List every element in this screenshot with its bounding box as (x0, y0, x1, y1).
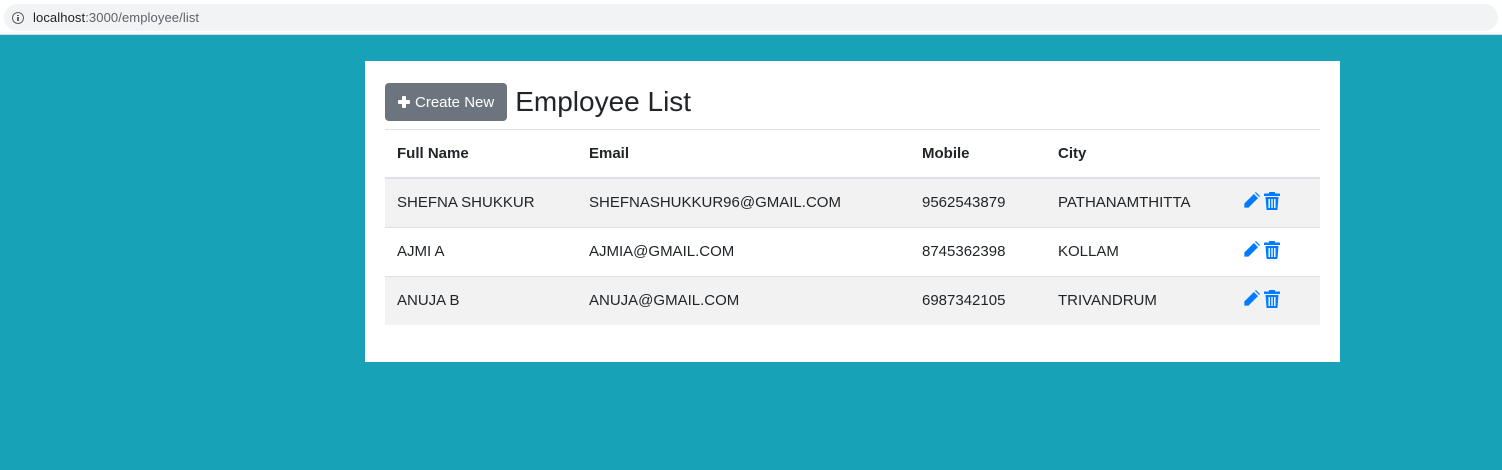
cell-city: TRIVANDRUM (1046, 275, 1230, 325)
table-row: ANUJA B ANUJA@GMAIL.COM 6987342105 TRIVA… (385, 275, 1320, 325)
cell-full-name: SHEFNA SHUKKUR (385, 177, 577, 227)
cell-mobile: 8745362398 (910, 226, 1046, 276)
create-new-button[interactable]: Create New (385, 83, 508, 121)
trash-icon[interactable] (1264, 191, 1281, 214)
url-path: :3000/employee/list (85, 10, 200, 25)
pencil-icon[interactable] (1242, 240, 1260, 263)
pencil-icon[interactable] (1242, 289, 1260, 312)
cell-actions (1230, 226, 1320, 276)
employee-table: Full Name Email Mobile City SHEFNA SHUKK… (385, 130, 1320, 325)
page-title: Employee List (515, 86, 692, 117)
cell-mobile: 6987342105 (910, 275, 1046, 325)
cell-city: PATHANAMTHITTA (1046, 177, 1230, 227)
header-full-name: Full Name (385, 130, 577, 179)
cell-email: ANUJA@GMAIL.COM (577, 275, 910, 325)
address-bar[interactable]: localhost:3000/employee/list (4, 4, 1498, 31)
plus-icon (398, 96, 410, 108)
card-header: Create New Employee List (385, 83, 1320, 131)
info-icon[interactable] (12, 11, 24, 24)
table-row: SHEFNA SHUKKUR SHEFNASHUKKUR96@GMAIL.COM… (385, 177, 1320, 227)
url-text[interactable]: localhost:3000/employee/list (33, 10, 199, 25)
cell-actions (1230, 177, 1320, 227)
cell-email: SHEFNASHUKKUR96@GMAIL.COM (577, 177, 910, 227)
cell-mobile: 9562543879 (910, 177, 1046, 227)
cell-actions (1230, 275, 1320, 325)
create-new-label: Create New (415, 93, 495, 111)
table-header-row: Full Name Email Mobile City (385, 130, 1320, 179)
header-actions (1230, 130, 1320, 179)
cell-city: KOLLAM (1046, 226, 1230, 276)
header-city: City (1046, 130, 1230, 179)
url-host: localhost (33, 10, 86, 25)
trash-icon[interactable] (1264, 289, 1281, 312)
employee-list-card: Create New Employee List Full Name Email… (365, 61, 1340, 362)
cell-email: AJMIA@GMAIL.COM (577, 226, 910, 276)
trash-icon[interactable] (1264, 240, 1281, 263)
cell-full-name: ANUJA B (385, 275, 577, 325)
pencil-icon[interactable] (1242, 191, 1260, 214)
browser-toolbar: localhost:3000/employee/list (0, 0, 1502, 35)
header-mobile: Mobile (910, 130, 1046, 179)
cell-full-name: AJMI A (385, 226, 577, 276)
header-email: Email (577, 130, 910, 179)
table-row: AJMI A AJMIA@GMAIL.COM 8745362398 KOLLAM (385, 226, 1320, 276)
